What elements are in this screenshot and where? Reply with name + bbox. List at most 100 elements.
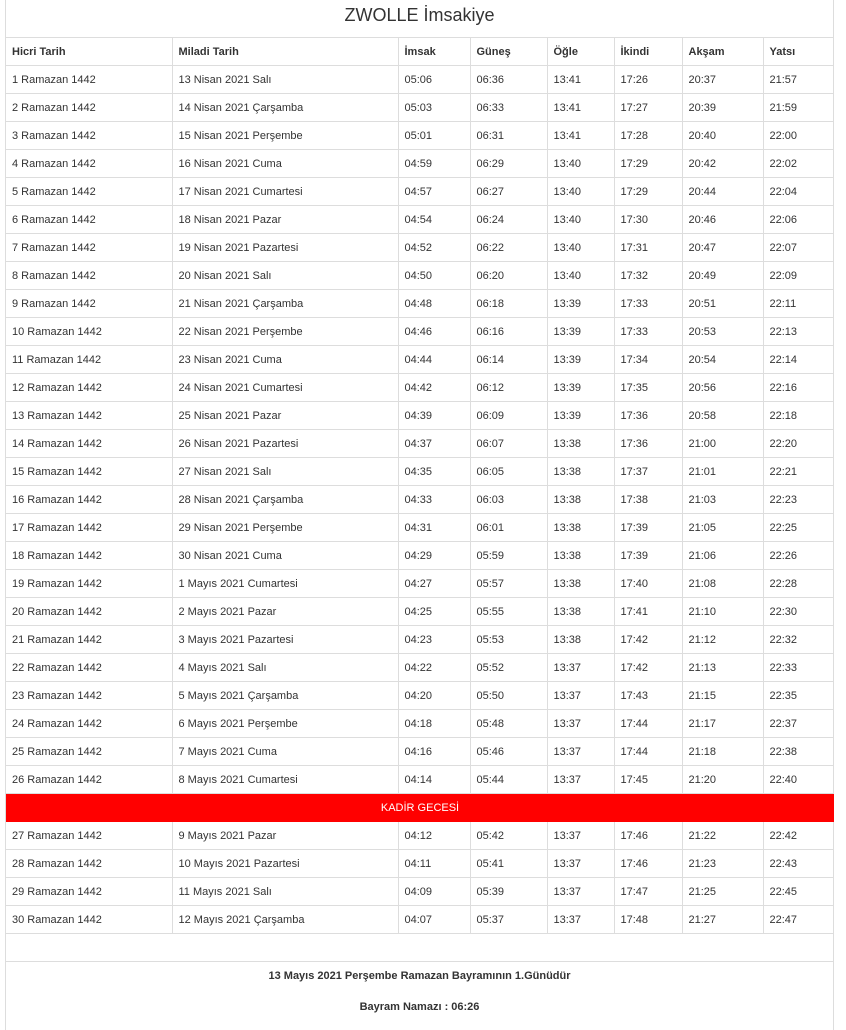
table-cell: 11 Mayıs 2021 Salı (171, 877, 399, 906)
table-cell: 06:22 (469, 233, 548, 262)
table-cell: 06:24 (469, 205, 548, 234)
table-cell: 30 Nisan 2021 Cuma (171, 541, 399, 570)
table-cell: 20:49 (681, 261, 764, 290)
table-cell: 06:29 (469, 149, 548, 178)
table-row: 4 Ramazan 1442 16 Nisan 2021 Cuma 04:59 06:… (6, 149, 834, 178)
table-cell: 05:48 (469, 709, 548, 738)
table-cell: 22:11 (762, 289, 834, 318)
table-cell: 04:23 (397, 625, 471, 654)
table-cell: 13:37 (546, 849, 615, 878)
table-cell: 17 Ramazan 1442 (6, 513, 173, 542)
kadir-gecesi-row: KADİR GECESİ (6, 793, 834, 822)
table-cell: 27 Ramazan 1442 (6, 821, 173, 850)
table-cell: 20:44 (681, 177, 764, 206)
table-cell: 13:37 (546, 681, 615, 710)
table-cell: 04:42 (397, 373, 471, 402)
table-cell: 21:59 (762, 93, 834, 122)
table-cell: 27 Nisan 2021 Salı (171, 457, 399, 486)
table-cell: 13:37 (546, 737, 615, 766)
table-row: 5 Ramazan 1442 17 Nisan 2021 Cumartesi 04:… (6, 177, 834, 206)
table-cell: 06:16 (469, 317, 548, 346)
table-cell: 22:21 (762, 457, 834, 486)
table-cell: 05:44 (469, 765, 548, 794)
page-title: ZWOLLE İmsakiye (6, 0, 833, 38)
table-cell: 18 Ramazan 1442 (6, 541, 173, 570)
table-cell: 13 Nisan 2021 Salı (171, 65, 399, 94)
table-cell: 06:09 (469, 401, 548, 430)
table-cell: 17:39 (613, 541, 683, 570)
table-cell: 13:40 (546, 149, 615, 178)
table-cell: 22:45 (762, 877, 834, 906)
table-cell: 21:03 (681, 485, 764, 514)
table-cell: 15 Nisan 2021 Perşembe (171, 121, 399, 150)
table-row: 8 Ramazan 1442 20 Nisan 2021 Salı 04:50 06:… (6, 261, 834, 290)
table-cell: 21:22 (681, 821, 764, 850)
table-cell: 1 Ramazan 1442 (6, 65, 173, 94)
table-row: 10 Ramazan 1442 22 Nisan 2021 Perşembe 04:… (6, 317, 834, 346)
table-cell: 22:38 (762, 737, 834, 766)
table-cell: 04:52 (397, 233, 471, 262)
table-cell: 13:37 (546, 709, 615, 738)
table-cell: 13:39 (546, 289, 615, 318)
table-cell: 22:32 (762, 625, 834, 654)
table-cell: 13:38 (546, 429, 615, 458)
table-cell: 04:22 (397, 653, 471, 682)
table-cell: 17:29 (613, 177, 683, 206)
table-row: 12 Ramazan 1442 24 Nisan 2021 Cumartesi 04… (6, 373, 834, 402)
table-cell: 05:06 (397, 65, 471, 94)
table-cell: 17:31 (613, 233, 683, 262)
table-cell: 20 Ramazan 1442 (6, 597, 173, 626)
table-cell: 17:42 (613, 653, 683, 682)
table-cell: 22:09 (762, 261, 834, 290)
table-cell: 04:16 (397, 737, 471, 766)
table-cell: 13:38 (546, 625, 615, 654)
table-cell: 20:58 (681, 401, 764, 430)
table-cell: 05:50 (469, 681, 548, 710)
table-row: 23 Ramazan 1442 5 Mayıs 2021 Çarşamba 04:2… (6, 681, 834, 710)
table-cell: 20:40 (681, 121, 764, 150)
table-cell: 9 Mayıs 2021 Pazar (171, 821, 399, 850)
table-row: 27 Ramazan 1442 9 Mayıs 2021 Pazar 04:12 05… (6, 821, 834, 850)
table-cell: 17:42 (613, 625, 683, 654)
table-cell: 17:30 (613, 205, 683, 234)
table-cell: 22:23 (762, 485, 834, 514)
table-cell: 06:12 (469, 373, 548, 402)
table-cell: 7 Ramazan 1442 (6, 233, 173, 262)
table-cell: 17:38 (613, 485, 683, 514)
table-cell: 20:46 (681, 205, 764, 234)
table-row: 19 Ramazan 1442 1 Mayıs 2021 Cumartesi 04:… (6, 569, 834, 598)
table-cell: 05:37 (469, 905, 548, 934)
table-cell: 05:42 (469, 821, 548, 850)
table-cell: 20:39 (681, 93, 764, 122)
table-row: 25 Ramazan 1442 7 Mayıs 2021 Cuma 04:16 05:… (6, 737, 834, 766)
table-cell: 13:37 (546, 877, 615, 906)
table-cell: 2 Ramazan 1442 (6, 93, 173, 122)
table-row: 6 Ramazan 1442 18 Nisan 2021 Pazar 04:54 06… (6, 205, 834, 234)
table-cell: 22:18 (762, 401, 834, 430)
column-header: Miladi Tarih (171, 38, 399, 66)
table-cell: 28 Ramazan 1442 (6, 849, 173, 878)
table-cell: 06:03 (469, 485, 548, 514)
table-cell: 24 Nisan 2021 Cumartesi (171, 373, 399, 402)
table-row: 17 Ramazan 1442 29 Nisan 2021 Perşembe 04:… (6, 513, 834, 542)
table-cell: 13:37 (546, 821, 615, 850)
table-cell: 21:05 (681, 513, 764, 542)
table-cell: 21:10 (681, 597, 764, 626)
table-row: 7 Ramazan 1442 19 Nisan 2021 Pazartesi 04:… (6, 233, 834, 262)
table-cell: 13:40 (546, 205, 615, 234)
table-cell: 24 Ramazan 1442 (6, 709, 173, 738)
table-cell: 20:54 (681, 345, 764, 374)
table-cell: 22:07 (762, 233, 834, 262)
table-cell: 04:33 (397, 485, 471, 514)
table-cell: 20:47 (681, 233, 764, 262)
table-cell: 17:41 (613, 597, 683, 626)
table-cell: 14 Nisan 2021 Çarşamba (171, 93, 399, 122)
table-cell: 17:29 (613, 149, 683, 178)
column-header: Öğle (546, 38, 615, 66)
table-cell: 23 Ramazan 1442 (6, 681, 173, 710)
column-header: Akşam (681, 38, 764, 66)
table-cell: 13:37 (546, 765, 615, 794)
table-cell: 6 Mayıs 2021 Perşembe (171, 709, 399, 738)
table-cell: 3 Mayıs 2021 Pazartesi (171, 625, 399, 654)
table-cell: 06:33 (469, 93, 548, 122)
